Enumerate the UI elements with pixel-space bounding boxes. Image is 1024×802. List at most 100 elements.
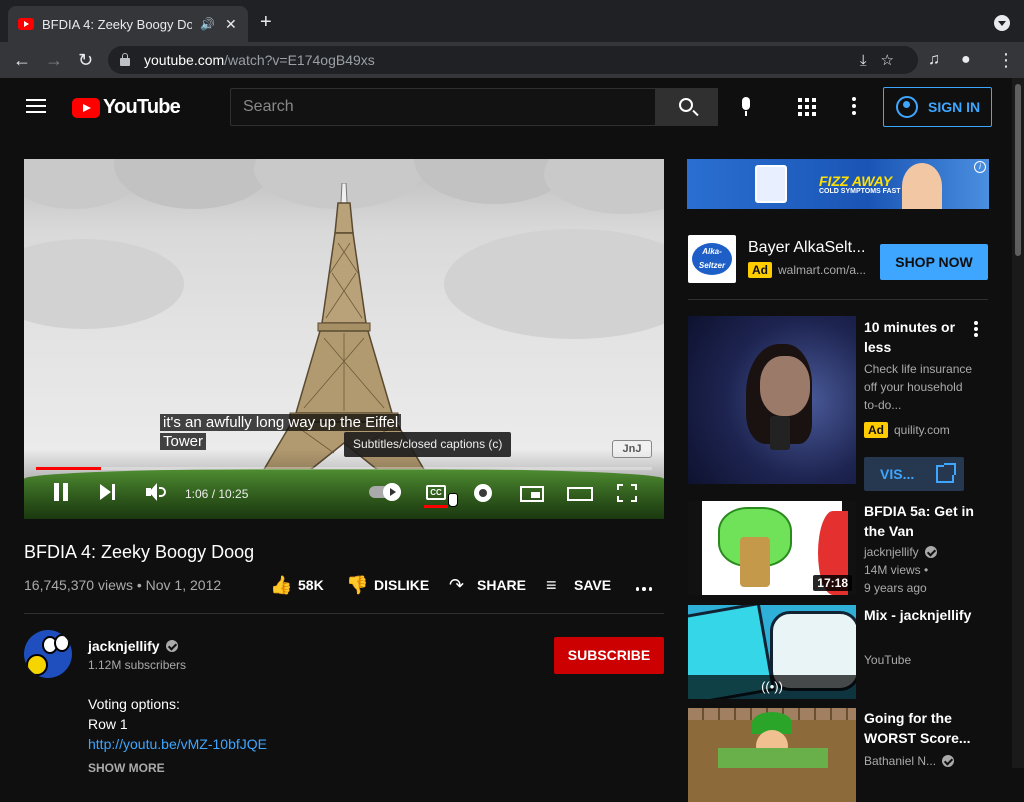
description-line-1: Voting options: — [88, 696, 180, 712]
external-link-icon — [936, 463, 957, 483]
search-input[interactable]: Search — [230, 88, 656, 126]
youtube-wordmark: YouTube — [103, 96, 181, 118]
description-link[interactable]: http://youtu.be/vMZ-10bfJQE — [88, 734, 267, 754]
settings-menu-icon[interactable] — [852, 97, 856, 115]
video-duration: 17:18 — [813, 575, 852, 591]
mix-title: Mix - jacknjellify — [864, 607, 972, 623]
youtube-header: YouTube Search SIGN IN — [0, 78, 1012, 136]
caption-line-1: it's an awfully long way up the Eiffel — [160, 414, 402, 431]
ad-video-thumbnail[interactable] — [688, 316, 856, 484]
close-tab-icon[interactable]: ✕ — [225, 16, 237, 33]
ad-title[interactable]: Bayer AlkaSelt... — [748, 239, 865, 257]
fullscreen-button[interactable] — [617, 484, 637, 502]
forward-icon[interactable]: → — [45, 50, 63, 70]
share-icon: ↷ — [449, 575, 465, 595]
microphone-icon[interactable] — [740, 97, 752, 117]
phone — [770, 416, 790, 450]
i — [631, 496, 637, 502]
account-icon — [896, 96, 918, 118]
advertiser-logo[interactable]: Alka-Seltzer — [688, 235, 736, 283]
eye — [54, 634, 70, 652]
pause-button[interactable] — [54, 483, 68, 501]
video-title: Going for the WORST Score... — [864, 710, 971, 746]
span: 9 years ago — [864, 581, 927, 595]
volume-button[interactable] — [146, 483, 166, 501]
theater-mode-button[interactable] — [567, 487, 593, 501]
page-scrollbar[interactable] — [1012, 78, 1024, 768]
save-button[interactable]: ≡ SAVE — [546, 576, 611, 594]
more-actions-icon[interactable] — [636, 587, 652, 591]
shop-now-button[interactable]: SHOP NOW — [880, 244, 988, 280]
banner-headline: FIZZ AWAY COLD SYMPTOMS FAST — [819, 173, 901, 195]
search-button[interactable] — [656, 88, 718, 126]
ad-domain: walmart.com/a... — [778, 263, 867, 277]
settings-gear-icon[interactable] — [474, 484, 492, 502]
sign-in-button[interactable]: SIGN IN — [883, 87, 992, 127]
time-display: 1:06 / 10:25 — [185, 487, 249, 501]
youtube-play-logo-icon — [72, 97, 100, 118]
autoplay-play-icon — [383, 483, 401, 501]
ad-badge: Ad — [864, 422, 888, 438]
ad-video-title[interactable]: 10 minutes or less — [864, 317, 964, 357]
progress-bar[interactable] — [36, 467, 652, 470]
ctrl-shade — [24, 449, 664, 519]
span: jacknjellify — [864, 545, 919, 559]
browser-toolbar: ← → ↻ youtube.com/watch?v=E174ogB49xs ⤓☆… — [0, 42, 1024, 78]
miniplayer-button[interactable] — [520, 486, 544, 502]
mix-channel: YouTube — [864, 653, 912, 667]
ad-domain: quility.com — [894, 423, 950, 437]
profile-icon[interactable]: ● — [961, 50, 971, 70]
ad-more-icon[interactable] — [974, 321, 978, 339]
autoplay-toggle[interactable] — [369, 483, 401, 501]
visit-site-button[interactable]: VIS... — [864, 457, 964, 491]
browser-menu-icon[interactable]: ⋮ — [997, 50, 1015, 70]
mix-radio-icon: ((•)) — [688, 675, 856, 699]
address-bar[interactable]: youtube.com/watch?v=E174ogB49xs ⤓☆ — [108, 46, 918, 74]
menu-icon[interactable] — [26, 99, 46, 113]
video-channel: jacknjellify — [864, 545, 937, 559]
youtube-favicon-icon — [18, 18, 34, 30]
span: VIS... — [880, 466, 915, 482]
video-title: BFDIA 5a: Get in the Van — [864, 503, 974, 539]
video-thumbnail: 17:18 — [688, 501, 856, 595]
ad-info-icon[interactable]: i — [974, 161, 986, 173]
blob — [26, 654, 48, 676]
apps-grid-icon[interactable] — [798, 98, 816, 116]
mix-thumbnail: ((•)) — [688, 605, 856, 699]
verified-icon — [165, 640, 178, 652]
tab-search-icon[interactable] — [994, 15, 1010, 31]
channel-name-text: jacknjellify — [88, 638, 160, 654]
lock-icon — [120, 53, 130, 66]
install-and-bookmark-icons[interactable]: ⤓☆ — [860, 51, 908, 69]
channel-name[interactable]: jacknjellify — [88, 638, 178, 654]
ad-banner[interactable]: FIZZ AWAY COLD SYMPTOMS FAST i — [687, 159, 989, 209]
channel-watermark[interactable]: JnJ — [612, 440, 652, 458]
video-player[interactable]: it's an awfully long way up the Eiffel T… — [24, 159, 664, 519]
browser-tab[interactable]: BFDIA 4: Zeeky Boogy Doog 🔊 ✕ — [8, 6, 248, 42]
dislike-label: DISLIKE — [374, 577, 430, 593]
speaker-icon[interactable]: 🔊 — [200, 17, 215, 31]
face — [760, 356, 810, 416]
dislike-button[interactable]: 👎 DISLIKE — [346, 576, 429, 594]
span: Bathaniel N... — [864, 754, 937, 768]
product-package-image — [755, 165, 787, 203]
share-button[interactable]: ↷ SHARE — [449, 576, 526, 594]
url-path: /watch?v=E174ogB49xs — [224, 52, 375, 68]
scrollbar-thumb[interactable] — [1015, 84, 1021, 256]
channel-avatar[interactable] — [24, 630, 72, 678]
i: Alka-Seltzer — [692, 243, 732, 275]
description-line-2: Row 1 — [88, 716, 128, 732]
next-video-button[interactable] — [100, 484, 116, 500]
media-control-icon[interactable]: ♫ — [928, 50, 940, 70]
new-tab-icon[interactable]: + — [260, 11, 272, 34]
reload-icon[interactable]: ↻ — [78, 50, 93, 70]
youtube-logo[interactable]: YouTube — [72, 96, 181, 119]
subscribe-button[interactable]: SUBSCRIBE — [554, 637, 664, 674]
captions-button[interactable]: CC — [426, 485, 446, 500]
show-more-button[interactable]: SHOW MORE — [88, 758, 267, 778]
video-title: BFDIA 4: Zeeky Boogy Doog — [24, 542, 255, 562]
back-icon[interactable]: ← — [13, 50, 31, 70]
video-thumbnail — [688, 708, 856, 802]
side-divider — [688, 299, 988, 300]
like-button[interactable]: 👍 58K — [270, 576, 324, 594]
